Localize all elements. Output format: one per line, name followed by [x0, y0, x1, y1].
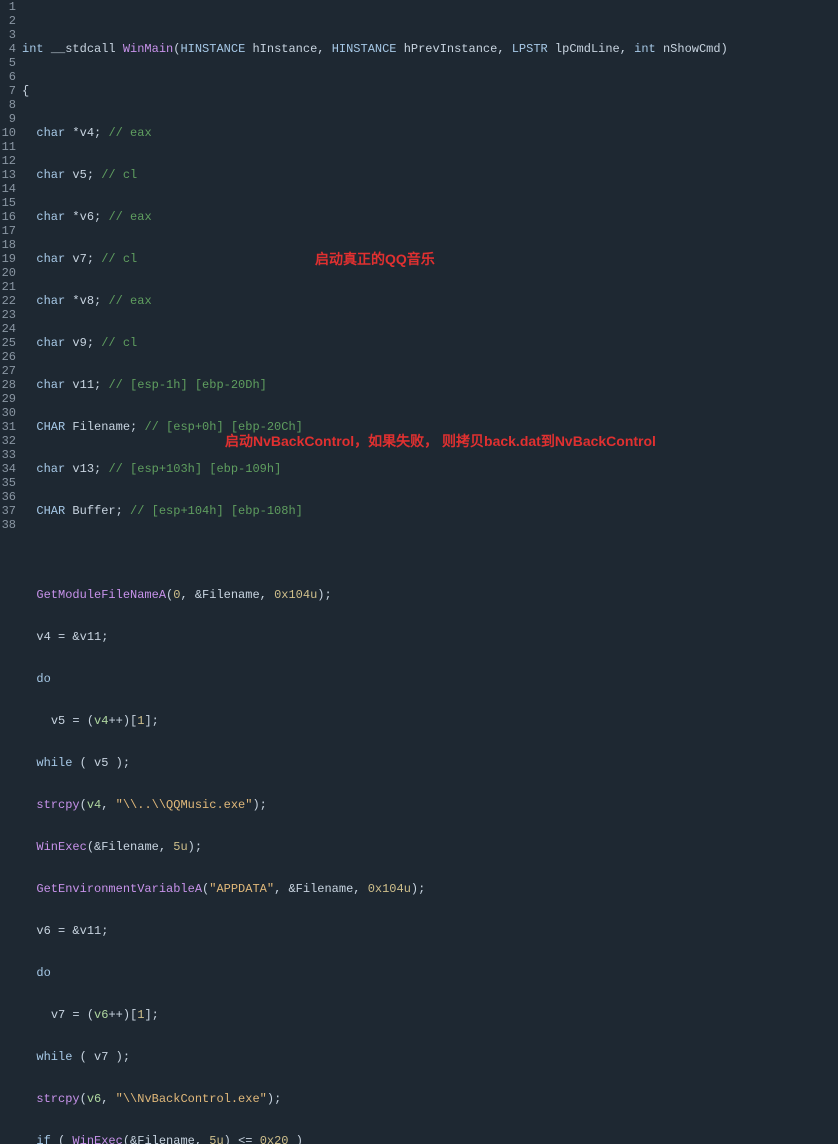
code-line: int __stdcall WinMain(HINSTANCE hInstanc…: [22, 42, 838, 56]
line-number: 34: [0, 462, 16, 476]
code-line: {: [22, 84, 838, 98]
code-line: GetModuleFileNameA(0, &Filename, 0x104u)…: [22, 588, 838, 602]
line-number: 18: [0, 238, 16, 252]
code-line: char *v6; // eax: [22, 210, 838, 224]
line-number: 16: [0, 210, 16, 224]
code-line: if ( WinExec(&Filename, 5u) <= 0x20 ): [22, 1134, 838, 1144]
line-number: 24: [0, 322, 16, 336]
code-editor: 1234567891011121314151617181920212223242…: [0, 0, 838, 572]
line-number: 35: [0, 476, 16, 490]
line-number: 26: [0, 350, 16, 364]
line-number: 37: [0, 504, 16, 518]
line-number: 13: [0, 168, 16, 182]
line-number: 15: [0, 196, 16, 210]
line-number: 10: [0, 126, 16, 140]
code-line: char v13; // [esp+103h] [ebp-109h]: [22, 462, 838, 476]
line-number: 9: [0, 112, 16, 126]
code-area[interactable]: int __stdcall WinMain(HINSTANCE hInstanc…: [20, 0, 838, 572]
code-line: while ( v5 );: [22, 756, 838, 770]
line-number: 33: [0, 448, 16, 462]
line-gutter: 1234567891011121314151617181920212223242…: [0, 0, 20, 572]
line-number: 31: [0, 420, 16, 434]
annotation-2: 启动NvBackControl，如果失败， 则拷贝back.dat到NvBack…: [225, 434, 656, 448]
code-line: char v5; // cl: [22, 168, 838, 182]
line-number: 20: [0, 266, 16, 280]
code-line: GetEnvironmentVariableA("APPDATA", &File…: [22, 882, 838, 896]
code-line: strcpy(v6, "\\NvBackControl.exe");: [22, 1092, 838, 1106]
line-number: 14: [0, 182, 16, 196]
line-number: 7: [0, 84, 16, 98]
code-line: strcpy(v4, "\\..\\QQMusic.exe");: [22, 798, 838, 812]
line-number: 12: [0, 154, 16, 168]
code-line: [22, 546, 838, 560]
code-line: v4 = &v11;: [22, 630, 838, 644]
line-number: 3: [0, 28, 16, 42]
code-line: char *v8; // eax: [22, 294, 838, 308]
code-line: char v11; // [esp-1h] [ebp-20Dh]: [22, 378, 838, 392]
line-number: 21: [0, 280, 16, 294]
line-number: 28: [0, 378, 16, 392]
line-number: 6: [0, 70, 16, 84]
code-line: WinExec(&Filename, 5u);: [22, 840, 838, 854]
line-number: 22: [0, 294, 16, 308]
line-number: 32: [0, 434, 16, 448]
code-line: v7 = (v6++)[1];: [22, 1008, 838, 1022]
line-number: 17: [0, 224, 16, 238]
line-number: 29: [0, 392, 16, 406]
code-line: v5 = (v4++)[1];: [22, 714, 838, 728]
line-number: 25: [0, 336, 16, 350]
code-line: CHAR Filename; // [esp+0h] [ebp-20Ch]: [22, 420, 838, 434]
code-line: CHAR Buffer; // [esp+104h] [ebp-108h]: [22, 504, 838, 518]
line-number: 38: [0, 518, 16, 532]
line-number: 2: [0, 14, 16, 28]
annotation-1: 启动真正的QQ音乐: [315, 252, 435, 266]
line-number: 19: [0, 252, 16, 266]
code-line: do: [22, 672, 838, 686]
code-line: v6 = &v11;: [22, 924, 838, 938]
code-line: while ( v7 );: [22, 1050, 838, 1064]
line-number: 27: [0, 364, 16, 378]
code-line: char *v4; // eax: [22, 126, 838, 140]
line-number: 30: [0, 406, 16, 420]
line-number: 8: [0, 98, 16, 112]
line-number: 36: [0, 490, 16, 504]
line-number: 11: [0, 140, 16, 154]
line-number: 4: [0, 42, 16, 56]
line-number: 5: [0, 56, 16, 70]
line-number: 23: [0, 308, 16, 322]
code-line: char v9; // cl: [22, 336, 838, 350]
code-line: do: [22, 966, 838, 980]
line-number: 1: [0, 0, 16, 14]
